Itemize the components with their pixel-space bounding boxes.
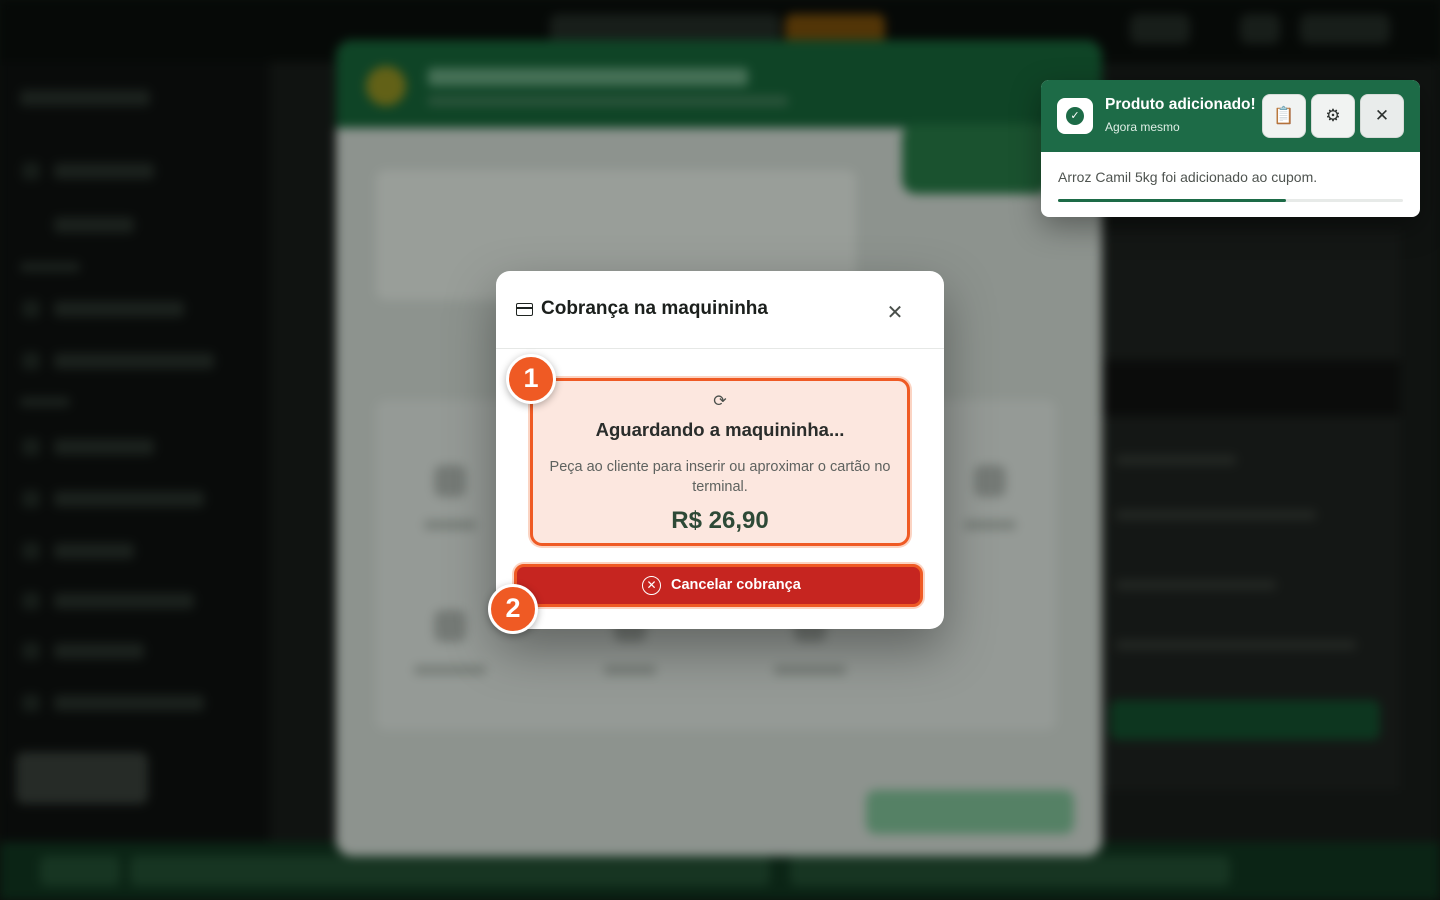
gear-icon[interactable]: ⚙	[1311, 94, 1355, 138]
charge-amount: R$ 26,90	[671, 507, 769, 534]
check-circle-icon: ✓	[1066, 107, 1084, 125]
modal-title: Cobrança na maquininha	[541, 298, 768, 319]
cancel-charge-label: Cancelar cobrança	[671, 577, 801, 593]
toast-title: Produto adicionado!	[1105, 96, 1256, 113]
toast-notification: ✓ Produto adicionado! Agora mesmo 📋 ⚙ ✕ …	[1041, 80, 1420, 217]
step-badge-2: 2	[488, 584, 538, 634]
toast-message: Arroz Camil 5kg foi adicionado ao cupom.	[1058, 169, 1318, 185]
step-badge-1: 1	[506, 354, 556, 404]
refresh-icon: ⟳	[713, 391, 727, 410]
x-circle-icon: ✕	[642, 576, 661, 595]
status-description: Peça ao cliente para inserir ou aproxima…	[549, 459, 891, 495]
cancel-charge-button[interactable]: ✕ Cancelar cobrança	[514, 564, 923, 607]
toast-timestamp: Agora mesmo	[1105, 120, 1180, 134]
toast-status-badge: ✓	[1057, 98, 1093, 134]
charge-modal: Cobrança na maquininha ✕ ⟳ Aguardando a …	[496, 271, 944, 629]
modal-header: Cobrança na maquininha ✕	[496, 271, 944, 349]
toast-header: ✓ Produto adicionado! Agora mesmo 📋 ⚙ ✕	[1041, 80, 1420, 152]
clipboard-icon[interactable]: 📋	[1262, 94, 1306, 138]
close-icon[interactable]: ✕	[880, 297, 910, 327]
credit-card-icon	[516, 303, 533, 316]
toast-close-icon[interactable]: ✕	[1360, 94, 1404, 138]
status-title: Aguardando a maquininha...	[595, 419, 845, 440]
toast-progress-track	[1058, 199, 1403, 202]
toast-progress-fill	[1058, 199, 1286, 202]
waiting-status-panel: ⟳ Aguardando a maquininha... Peça ao cli…	[530, 378, 910, 546]
